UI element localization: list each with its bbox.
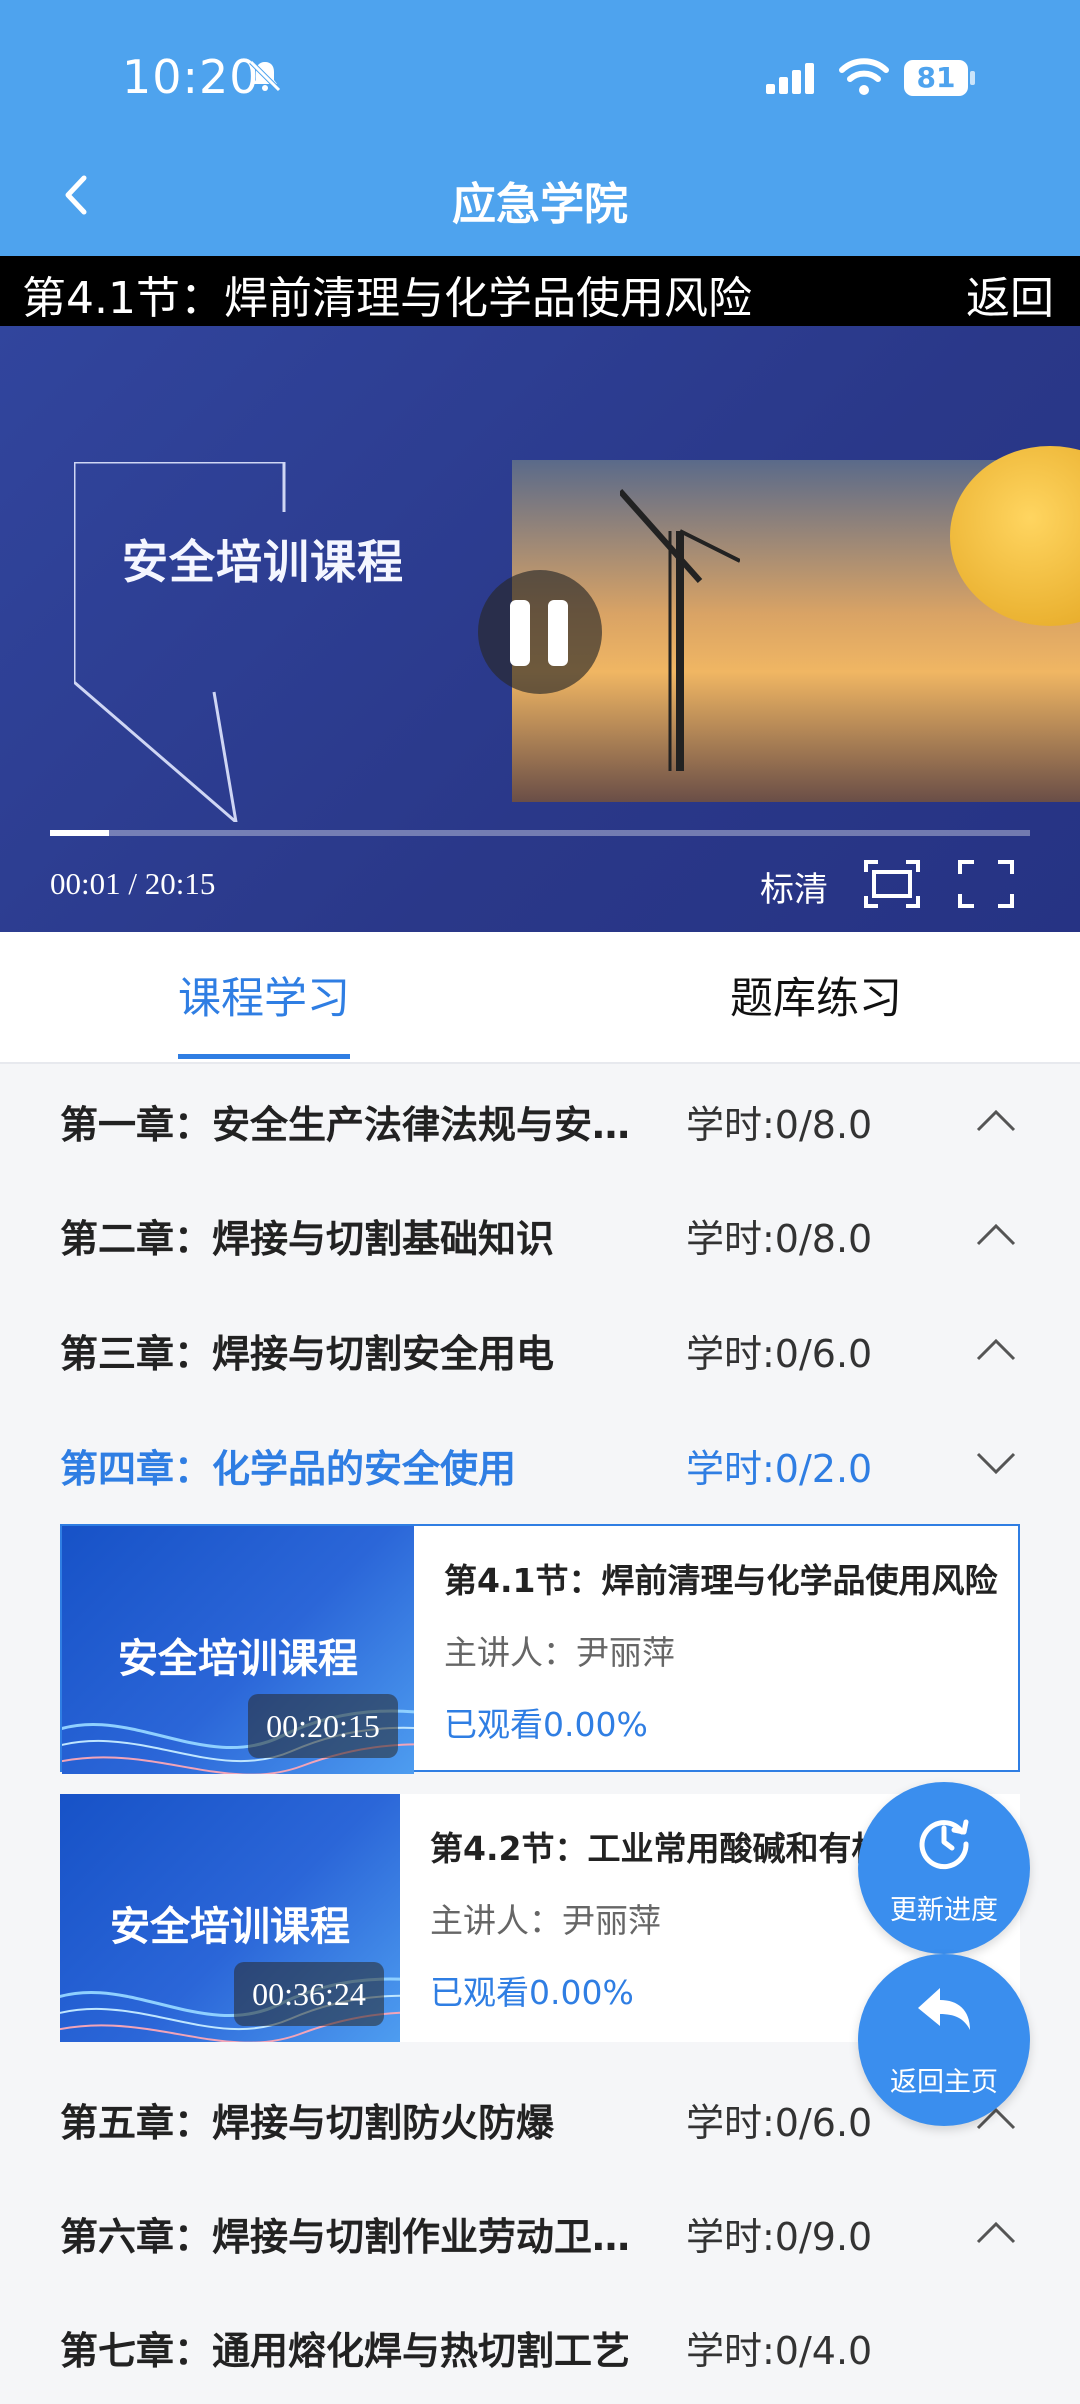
chapter-row[interactable]: 第二章：焊接与切割基础知识 学时:0/8.0: [0, 1178, 1080, 1292]
tab-course-study[interactable]: 课程学习: [178, 964, 350, 1026]
wifi-icon: [839, 58, 889, 95]
chapter-name: 第七章：通用熔化焊与热切割工艺: [60, 2329, 631, 2373]
chapter-hours: 学时:0/9.0: [686, 2215, 873, 2259]
chapter-hours: 学时:0/6.0: [686, 2101, 873, 2145]
signal-icon: [766, 63, 814, 94]
chapter-name: 第四章：化学品的安全使用: [60, 1447, 517, 1491]
video-progress-fill: [50, 830, 109, 836]
reply-arrow-icon: [918, 1988, 970, 2030]
chevron-down-icon: [976, 1452, 1016, 1475]
lesson-lecturer: 主讲人：尹丽萍: [444, 1633, 675, 1672]
pause-icon: [510, 600, 530, 666]
lesson-thumbnail: 安全培训课程 00:20:15: [62, 1526, 414, 1774]
chapter-row[interactable]: 第六章：焊接与切割作业劳动卫… 学时:0/9.0: [0, 2176, 1080, 2290]
chapter-hours: 学时:0/8.0: [686, 1103, 873, 1147]
chevron-up-icon: [976, 2221, 1016, 2244]
pause-icon-bar: [548, 600, 568, 666]
video-brand-text: 安全培训课程: [122, 535, 404, 589]
pause-button[interactable]: [478, 570, 602, 694]
return-home-label: 返回主页: [890, 2067, 998, 2098]
return-home-button[interactable]: 返回主页: [858, 1954, 1030, 2126]
chapter-hours: 学时:0/6.0: [686, 1332, 873, 1376]
chapter-name: 第一章：安全生产法律法规与安…: [60, 1103, 631, 1147]
update-progress-label: 更新进度: [890, 1895, 998, 1926]
video-return-button[interactable]: 返回: [966, 262, 1054, 326]
battery-level: 81: [916, 61, 956, 94]
lesson-progress: 已观看0.00%: [430, 1973, 634, 2012]
chapter-name: 第三章：焊接与切割安全用电: [60, 1332, 555, 1376]
clock-refresh-icon: [919, 1819, 969, 1870]
chapter-hours: 学时:0/4.0: [686, 2329, 873, 2373]
tab-indicator: [178, 1054, 350, 1059]
lesson-progress: 已观看0.00%: [444, 1705, 648, 1744]
chapter-row-expanded[interactable]: 第四章：化学品的安全使用 学时:0/2.0: [0, 1408, 1080, 1522]
lesson-duration: 00:36:24: [234, 1962, 384, 2026]
chapter-hours: 学时:0/2.0: [686, 1447, 873, 1491]
page-title: 应急学院: [452, 179, 628, 230]
crane-illustration: [620, 489, 740, 771]
picture-in-picture-icon[interactable]: [864, 860, 920, 908]
video-player[interactable]: 安全培训课程 第4.1节：焊前清理与化学品使用风险 返回 00:01 / 20:…: [0, 256, 1080, 932]
tab-bar: 课程学习 题库练习: [0, 932, 1080, 1064]
chevron-up-icon: [976, 1223, 1016, 1246]
chapter-row[interactable]: 第七章：通用熔化焊与热切割工艺 学时:0/4.0: [0, 2290, 1080, 2404]
video-progress-bar[interactable]: [50, 830, 1030, 836]
fullscreen-icon[interactable]: [958, 860, 1014, 908]
status-time: 10:20: [122, 50, 260, 104]
callout-frame: [74, 462, 286, 822]
lesson-title: 第4.1节：焊前清理与化学品使用风险: [444, 1561, 998, 1600]
chevron-up-icon: [976, 1109, 1016, 1132]
lesson-title: 第4.2节：工业常用酸碱和有机: [430, 1829, 885, 1868]
chapter-name: 第五章：焊接与切割防火防爆: [60, 2101, 555, 2145]
lesson-lecturer: 主讲人：尹丽萍: [430, 1901, 661, 1940]
bell-muted-icon: [249, 60, 281, 92]
quality-button[interactable]: 标清: [760, 862, 828, 911]
video-title: 第4.1节：焊前清理与化学品使用风险: [22, 273, 752, 324]
thumbnail-text: 安全培训课程: [110, 1904, 350, 1950]
video-time: 00:01 / 20:15: [50, 866, 216, 901]
chevron-up-icon: [976, 1338, 1016, 1361]
lesson-duration: 00:20:15: [248, 1694, 398, 1758]
chapter-name: 第六章：焊接与切割作业劳动卫…: [60, 2215, 631, 2259]
chapter-name: 第二章：焊接与切割基础知识: [60, 1217, 555, 1261]
thumbnail-text: 安全培训课程: [118, 1636, 358, 1682]
update-progress-button[interactable]: 更新进度: [858, 1782, 1030, 1954]
lesson-card-selected[interactable]: 安全培训课程 00:20:15 第4.1节：焊前清理与化学品使用风险 主讲人：尹…: [60, 1524, 1020, 1774]
chapter-row[interactable]: 第三章：焊接与切割安全用电 学时:0/6.0: [0, 1293, 1080, 1407]
chapter-hours: 学时:0/8.0: [686, 1217, 873, 1261]
chapter-row[interactable]: 第一章：安全生产法律法规与安… 学时:0/8.0: [0, 1064, 1080, 1178]
tab-question-bank[interactable]: 题库练习: [730, 964, 902, 1026]
lesson-thumbnail: 安全培训课程 00:36:24: [60, 1794, 400, 2042]
video-header: 第4.1节：焊前清理与化学品使用风险 返回: [0, 256, 1080, 326]
